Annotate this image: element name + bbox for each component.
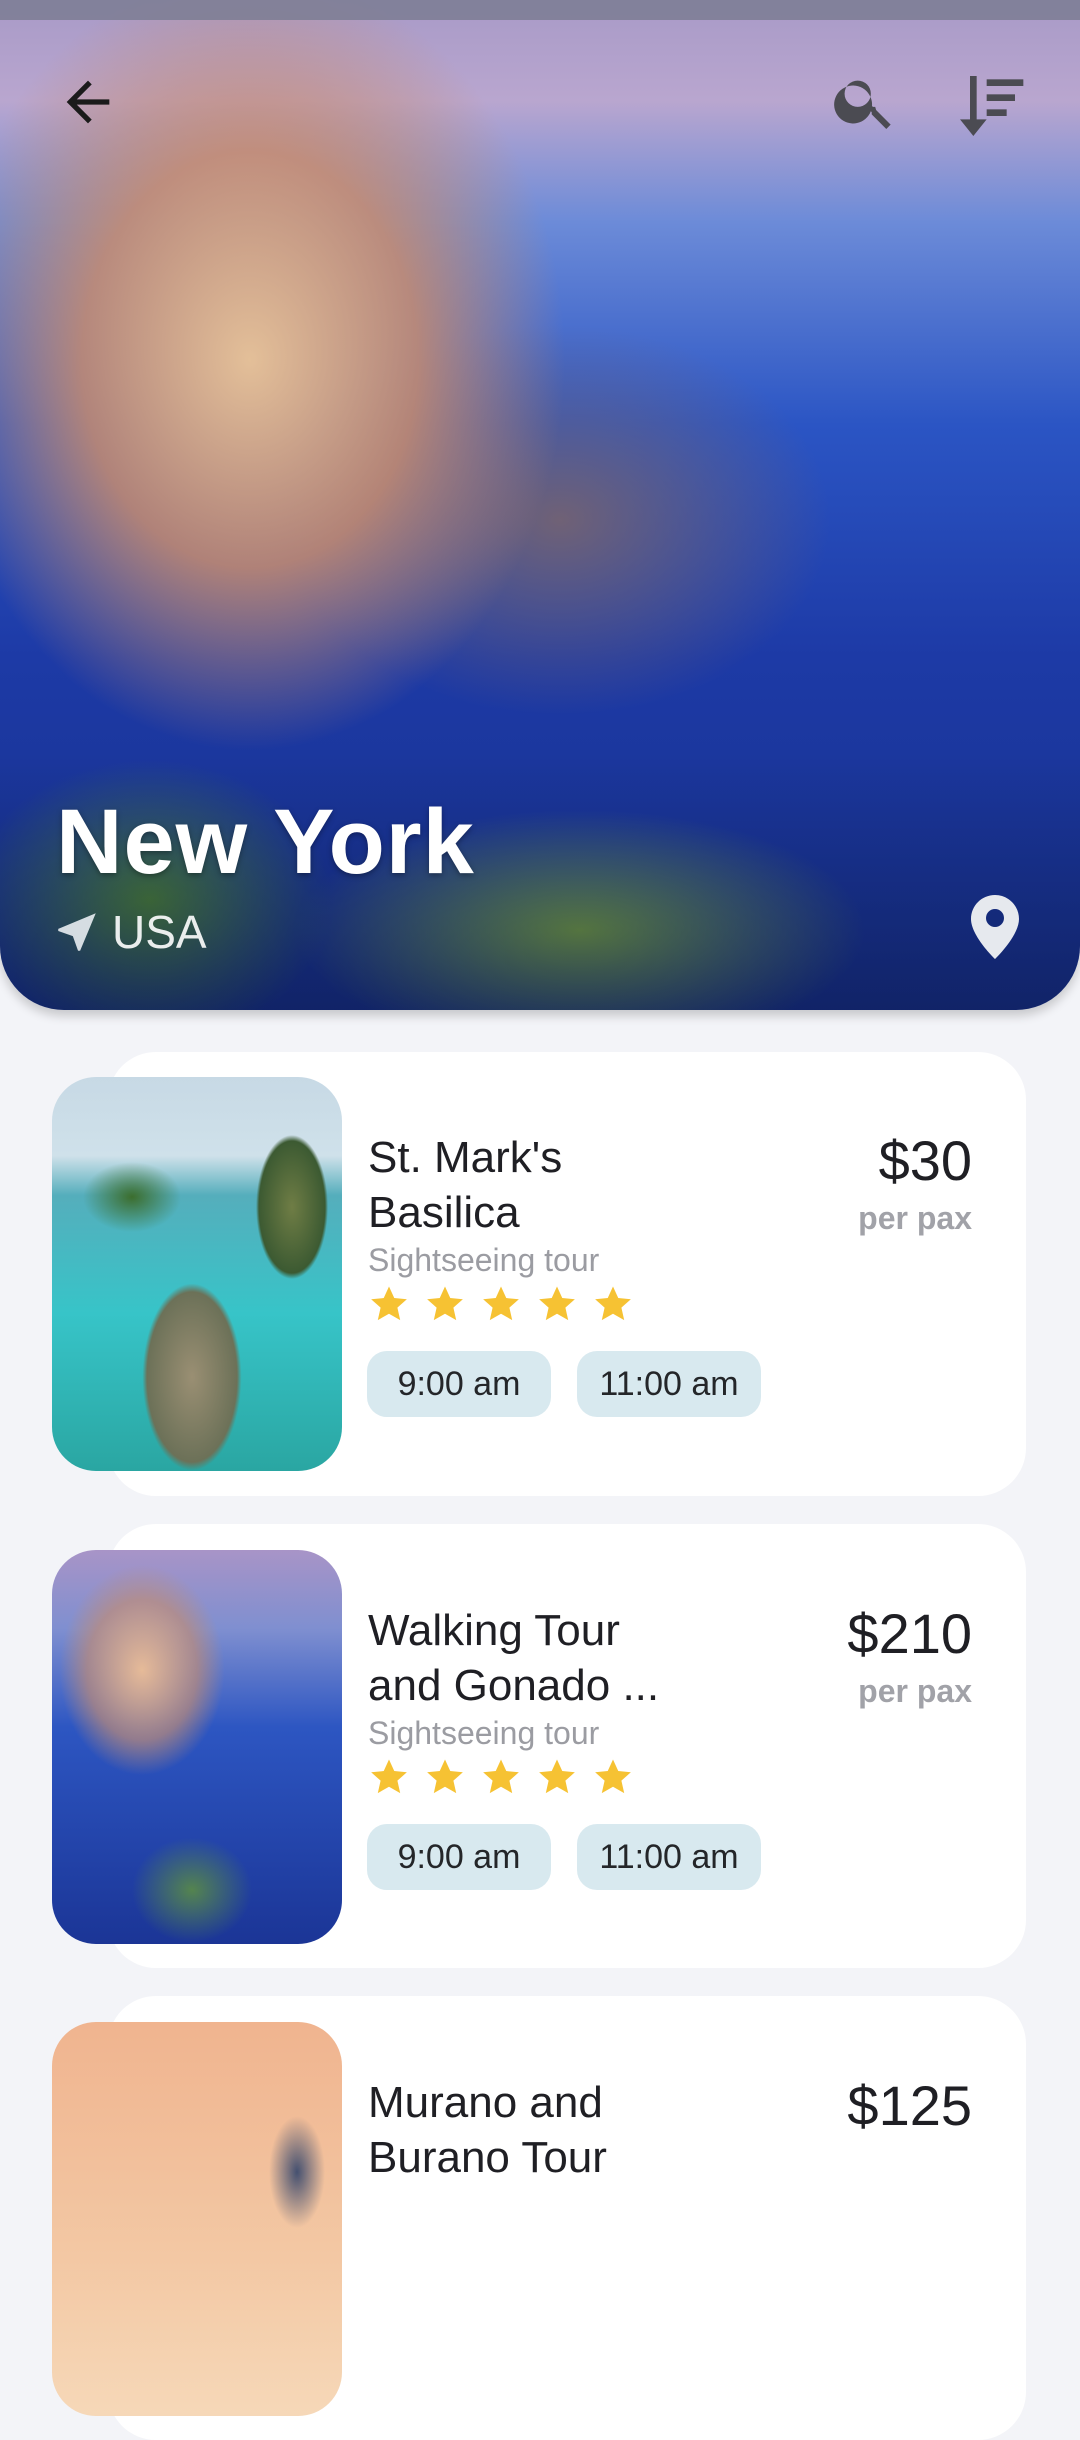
star-icon bbox=[539, 1286, 575, 1321]
star-icon bbox=[539, 1759, 575, 1794]
tour-image[interactable] bbox=[52, 2022, 342, 2416]
star-icon bbox=[371, 1759, 407, 1794]
time-chip[interactable]: 11:00 am bbox=[577, 1824, 761, 1890]
tour-category: Sightseeing tour bbox=[368, 1715, 600, 1751]
star-icon bbox=[427, 1759, 463, 1794]
tour-price: $30 bbox=[878, 1129, 972, 1192]
star-icon bbox=[595, 1759, 631, 1794]
arrow-left-icon bbox=[66, 80, 110, 124]
rating-stars bbox=[368, 1756, 634, 1798]
hero-banner: New York USA bbox=[0, 0, 1080, 1010]
price-unit: per pax bbox=[858, 1200, 972, 1236]
tour-title-line: St. Mark's bbox=[368, 1133, 563, 1182]
rating-stars bbox=[368, 1283, 634, 1325]
sort-icon bbox=[960, 76, 1024, 136]
tour-title: Murano and Burano Tour bbox=[368, 2075, 698, 2185]
tour-image[interactable] bbox=[52, 1550, 342, 1944]
tour-title-line: Basilica bbox=[368, 1188, 520, 1237]
country-label: USA bbox=[52, 905, 207, 959]
back-button[interactable] bbox=[56, 70, 120, 134]
status-bar bbox=[0, 0, 1080, 20]
tour-title: Walking Tour and Gonado ... bbox=[368, 1603, 698, 1713]
star-icon bbox=[595, 1286, 631, 1321]
tour-title-line: and Gonado ... bbox=[368, 1661, 660, 1710]
tour-image[interactable] bbox=[52, 1077, 342, 1471]
sort-button[interactable] bbox=[950, 66, 1030, 146]
star-icon bbox=[427, 1286, 463, 1321]
tour-title-line: Burano Tour bbox=[368, 2133, 607, 2182]
tour-price: $210 bbox=[847, 1602, 972, 1665]
tour-title-line: Walking Tour bbox=[368, 1606, 620, 1655]
time-chip[interactable]: 9:00 am bbox=[367, 1351, 551, 1417]
price-unit: per pax bbox=[858, 1673, 972, 1709]
country-text: USA bbox=[112, 906, 207, 958]
search-icon bbox=[834, 80, 891, 129]
navigation-icon bbox=[58, 913, 96, 951]
tour-category: Sightseeing tour bbox=[368, 1242, 600, 1278]
city-title: New York bbox=[56, 791, 475, 893]
star-icon bbox=[371, 1286, 407, 1321]
tour-title: St. Mark's Basilica bbox=[368, 1130, 698, 1240]
time-chip[interactable]: 11:00 am bbox=[577, 1351, 761, 1417]
search-button[interactable] bbox=[830, 66, 900, 136]
star-icon bbox=[483, 1286, 519, 1321]
star-icon bbox=[483, 1759, 519, 1794]
location-pin-icon bbox=[971, 895, 1019, 959]
tour-price: $125 bbox=[847, 2074, 972, 2137]
map-pin-button[interactable] bbox=[970, 895, 1020, 959]
tour-title-line: Murano and bbox=[368, 2078, 603, 2127]
time-chip[interactable]: 9:00 am bbox=[367, 1824, 551, 1890]
